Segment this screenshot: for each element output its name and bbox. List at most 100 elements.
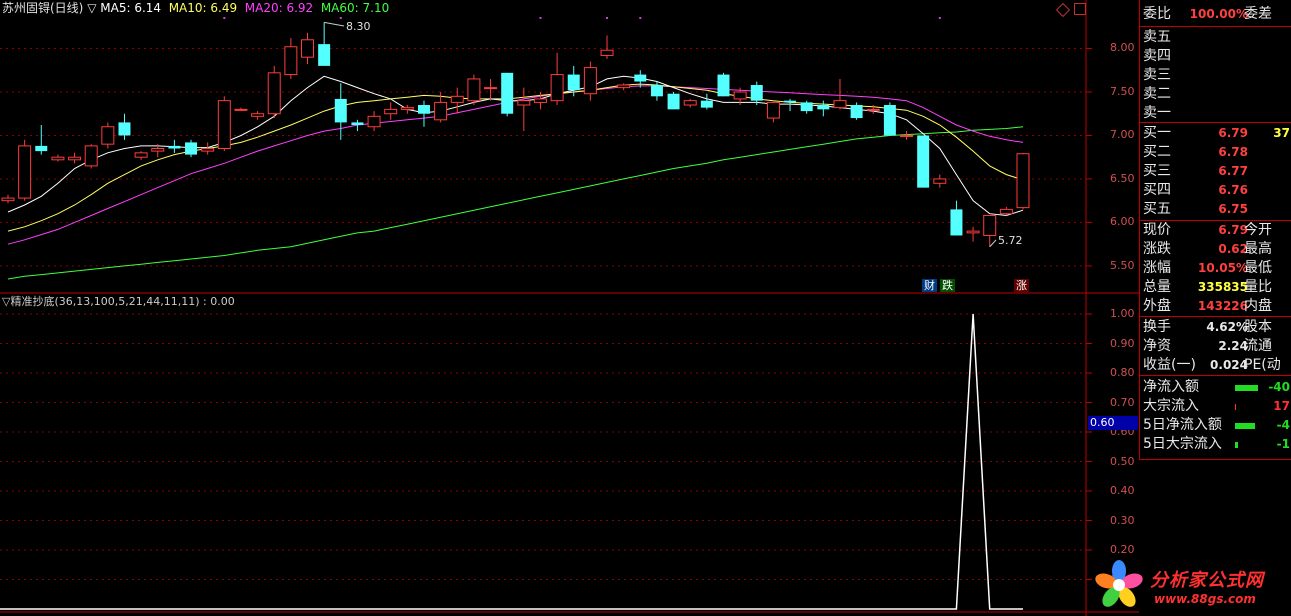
top-marker — [539, 17, 542, 19]
site-logo: 分析家公式网 www.88gs.com — [1092, 558, 1288, 614]
buy-row[interactable]: 买五 6.75 — [1140, 200, 1291, 219]
ma5-label: MA5: 6.14 — [100, 1, 162, 15]
sell-row[interactable]: 卖三 — [1140, 66, 1291, 85]
candle-body-up — [284, 46, 298, 76]
top-marker — [938, 17, 941, 19]
top-marker — [339, 17, 342, 19]
candle-body-down — [850, 105, 863, 119]
candle-body-up — [68, 156, 82, 161]
quote-row[interactable]: 涨幅 10.05% 最低 — [1140, 259, 1291, 278]
candle-body-up — [583, 67, 597, 95]
candle-body-up — [866, 108, 880, 111]
flow-bar — [1235, 423, 1256, 429]
candle-body-up — [384, 108, 398, 115]
flow-label: 净流入额 — [1143, 379, 1199, 395]
candle-body-up — [134, 152, 148, 158]
indicator-tick-label: 0.90 — [1110, 336, 1135, 350]
fundamental-row[interactable]: 净资 2.24 流通 — [1140, 337, 1291, 356]
ma10-label: MA10: 6.49 — [168, 1, 238, 15]
weibi-label: 委比 — [1143, 6, 1171, 22]
price-tick-label: 6.00 — [1110, 215, 1135, 229]
buy-label: 买五 — [1143, 201, 1171, 217]
flow-row[interactable]: 5日大宗流入 -1 — [1140, 435, 1291, 454]
sell-row[interactable]: 卖一 — [1140, 104, 1291, 123]
ma60-label: MA60: 7.10 — [320, 1, 390, 15]
sell-row[interactable]: 卖四 — [1140, 47, 1291, 66]
quote-row[interactable]: 涨跌 0.62 最高 — [1140, 240, 1291, 259]
indicator-title[interactable]: ▽精准抄底(36,13,100,5,21,44,11,11) : 0.00 — [2, 295, 235, 308]
fundamental-row[interactable]: 收益(一) 0.024 PE(动 — [1140, 356, 1291, 375]
collapse-arrow-icon[interactable]: ▽ — [87, 1, 96, 15]
candle-body-up — [833, 100, 847, 109]
buy-row[interactable]: 买四 6.76 — [1140, 181, 1291, 200]
flow-row[interactable]: 大宗流入 17 — [1140, 397, 1291, 416]
fundamental-value: 4.62% — [1206, 320, 1248, 334]
flow-label: 5日净流入额 — [1143, 417, 1222, 433]
candle-body-up — [517, 100, 531, 106]
fundamental-row[interactable]: 换手 4.62% 股本 — [1140, 318, 1291, 337]
quote-row[interactable]: 总量 335835 量比 — [1140, 278, 1291, 297]
flow-row[interactable]: 净流入额 -40 — [1140, 378, 1291, 397]
fundamental-label-2: PE(动 — [1244, 357, 1281, 373]
high-pointer — [324, 21, 345, 27]
candle-body-up — [217, 100, 231, 149]
buy-row[interactable]: 买三 6.77 — [1140, 162, 1291, 181]
indicator-tick-label: 1.00 — [1110, 307, 1135, 320]
candle-body-up — [301, 39, 314, 58]
candle-body-down — [351, 122, 364, 126]
fundamental-label-2: 流通 — [1244, 338, 1272, 354]
logo-url[interactable]: www.88gs.com — [1154, 592, 1256, 606]
buy-label: 买四 — [1143, 182, 1171, 198]
candle-body-up — [234, 108, 248, 111]
window-button-icon[interactable] — [1074, 3, 1086, 15]
candle-body-up — [434, 101, 448, 121]
flow-row[interactable]: 5日净流入额 -4 — [1140, 416, 1291, 435]
fundamental-label-2: 股本 — [1244, 319, 1272, 335]
indicator-tick-label: 0.70 — [1110, 395, 1135, 409]
quote-row[interactable]: 外盘 143226 内盘 — [1140, 297, 1291, 316]
candle-body-up — [600, 49, 614, 56]
flower-logo-icon — [1095, 560, 1143, 607]
candle-body-down — [800, 102, 813, 112]
candle-body-up — [151, 148, 165, 152]
fundamental-value: 0.024 — [1210, 358, 1248, 372]
candle-body-up — [900, 134, 914, 137]
candle-body-down — [334, 98, 347, 123]
sell-row[interactable]: 卖五 — [1140, 28, 1291, 47]
buy-row[interactable]: 买二 6.78 — [1140, 143, 1291, 162]
candle-body-down — [784, 100, 797, 103]
sell-label: 卖三 — [1143, 67, 1171, 83]
stock-name: 苏州固锝(日线) — [2, 1, 84, 15]
buy-price: 6.75 — [1218, 202, 1248, 216]
flow-value: -4 — [1276, 418, 1290, 432]
buy-price: 6.77 — [1218, 164, 1248, 178]
buy-volume: 37 — [1273, 126, 1290, 140]
main-chart[interactable] — [0, 0, 1139, 616]
quote-value: 10.05% — [1198, 261, 1248, 275]
flow-label: 大宗流入 — [1143, 398, 1199, 414]
signal-zhang[interactable]: 涨 — [1014, 279, 1029, 292]
quote-label-2: 今开 — [1244, 222, 1272, 238]
candle-body-down — [950, 209, 963, 236]
signal-cai[interactable]: 财 — [922, 279, 937, 292]
price-tick-label: 6.50 — [1110, 171, 1135, 185]
weibi-value: 100.00% — [1189, 7, 1248, 21]
indicator-tick-label: 0.50 — [1110, 454, 1135, 468]
quote-value: 143226 — [1197, 299, 1248, 313]
sell-row[interactable]: 卖二 — [1140, 85, 1291, 104]
buy-price: 6.76 — [1218, 183, 1248, 197]
flow-bar — [1235, 442, 1238, 448]
candle-body-up — [533, 98, 547, 103]
sell-label: 卖二 — [1143, 86, 1171, 102]
candle-body-up — [84, 145, 98, 167]
candle-body-up — [683, 100, 697, 106]
price-tick-label: 8.00 — [1110, 41, 1135, 55]
candle-body-down — [817, 105, 830, 110]
buy-row[interactable]: 买一 6.79 37 — [1140, 124, 1291, 143]
quote-row[interactable]: 现价 6.79 今开 — [1140, 221, 1291, 240]
candle-body-up — [1, 197, 15, 202]
candle-body-down — [501, 72, 514, 114]
candle-body-up — [484, 87, 498, 90]
candle-body-down — [717, 74, 730, 97]
signal-die[interactable]: 跌 — [940, 279, 955, 292]
